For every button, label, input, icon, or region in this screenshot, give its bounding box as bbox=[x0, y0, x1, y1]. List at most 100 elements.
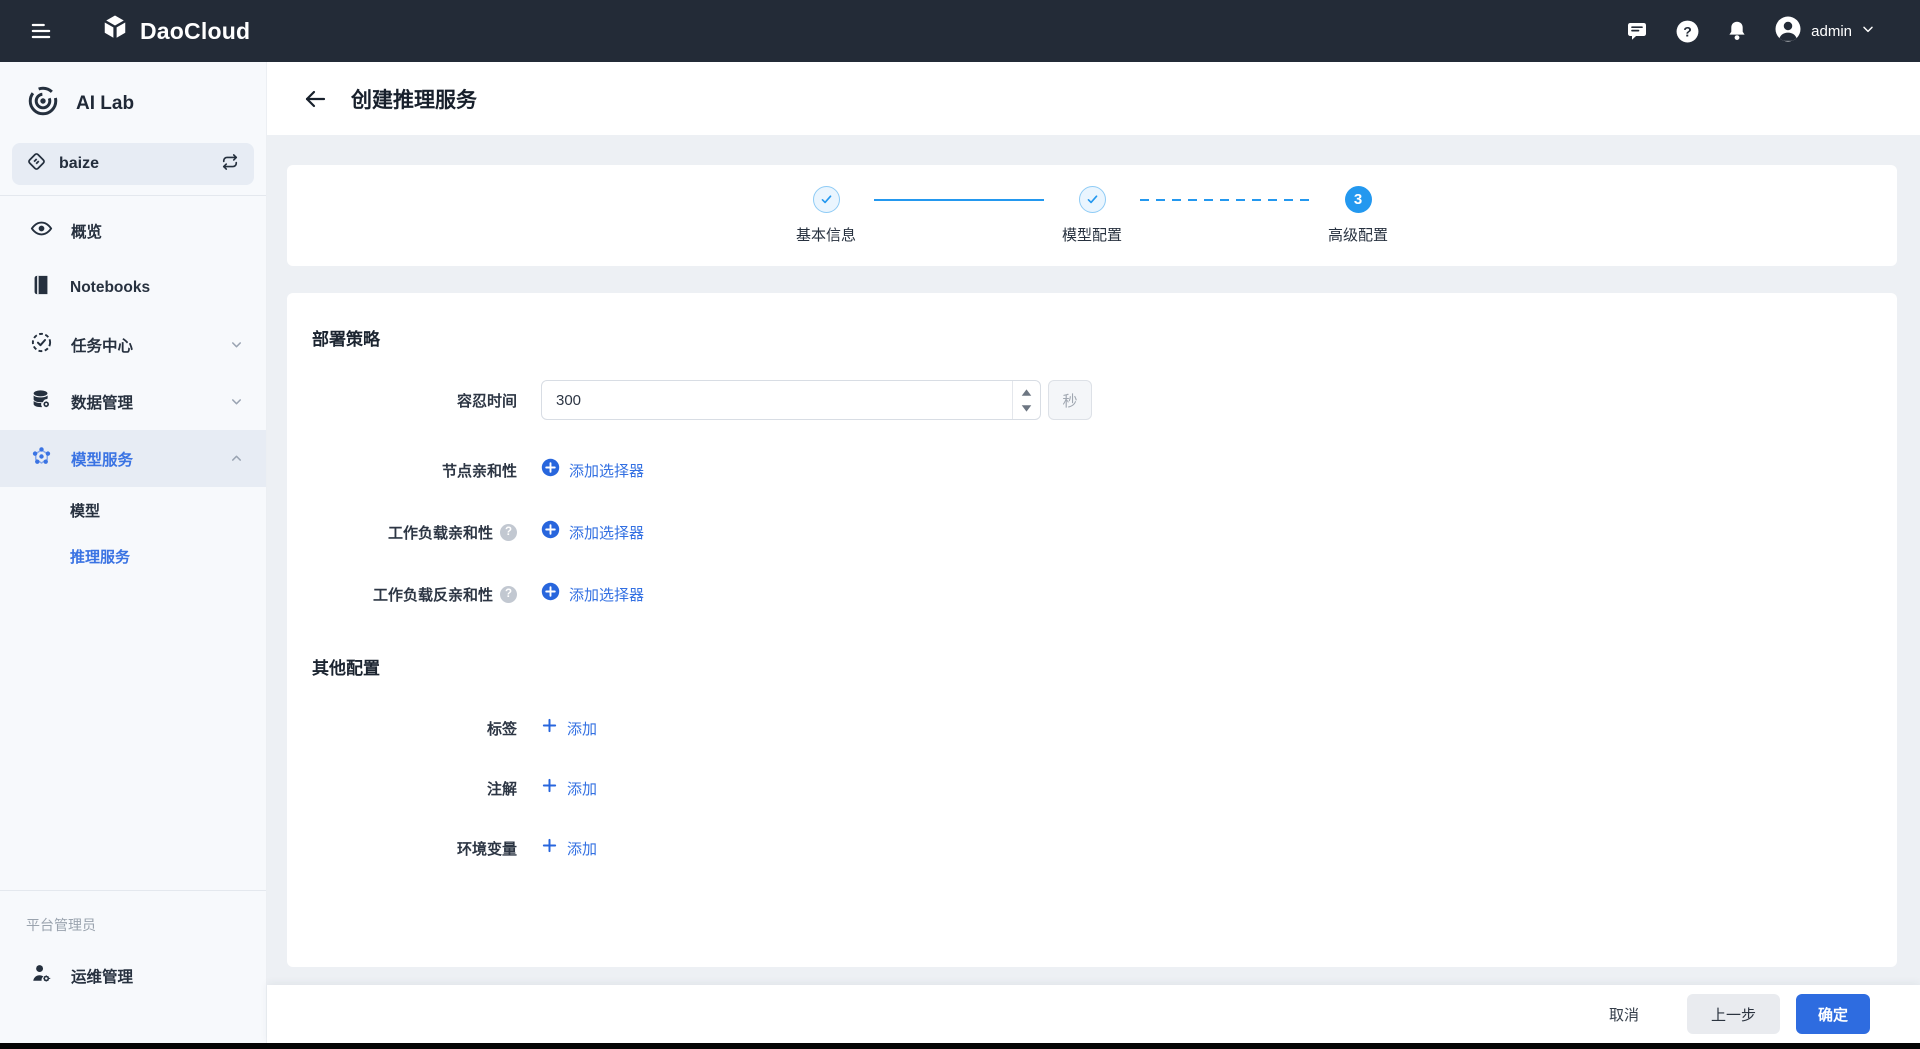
workspace-icon bbox=[26, 151, 47, 177]
page-titlebar: 创建推理服务 bbox=[267, 62, 1920, 135]
step-connector bbox=[874, 199, 1044, 201]
eye-icon bbox=[30, 217, 53, 245]
chevron-down-icon bbox=[229, 394, 244, 409]
step-label: 模型配置 bbox=[1062, 224, 1122, 245]
sidebar-item-data-management[interactable]: 数据管理 bbox=[0, 373, 266, 430]
sidebar: AI Lab baize 概览 Notebooks bbox=[0, 62, 267, 1049]
sidebar-item-ops-management[interactable]: 运维管理 bbox=[0, 951, 266, 1001]
section-heading-deploy: 部署策略 bbox=[312, 325, 1857, 350]
stepper-card: 基本信息 模型配置 3 高级配置 bbox=[287, 165, 1897, 266]
workload-affinity-row: 工作负载亲和性 ? 添加选择器 bbox=[312, 520, 1857, 544]
annotations-label: 注解 bbox=[312, 778, 517, 799]
brand-name: DaoCloud bbox=[140, 18, 250, 45]
env-vars-label: 环境变量 bbox=[312, 838, 517, 859]
spinner-up-icon[interactable] bbox=[1019, 387, 1035, 399]
svg-text:?: ? bbox=[1683, 23, 1692, 39]
add-selector-button[interactable]: 添加选择器 bbox=[541, 458, 644, 482]
add-selector-label: 添加选择器 bbox=[569, 584, 644, 605]
confirm-button[interactable]: 确定 bbox=[1796, 994, 1870, 1034]
labels-label: 标签 bbox=[312, 718, 517, 739]
step-connector-dashed bbox=[1140, 199, 1310, 201]
add-label-text: 添加 bbox=[567, 718, 597, 739]
admin-user-gear-icon bbox=[30, 962, 53, 990]
sidebar-divider bbox=[0, 195, 266, 196]
plus-icon bbox=[541, 717, 558, 739]
sidebar-bottom-group: 平台管理员 运维管理 bbox=[0, 880, 266, 1001]
sidebar-item-label: 模型服务 bbox=[71, 448, 133, 470]
brand[interactable]: DaoCloud bbox=[100, 14, 250, 49]
labels-row: 标签 添加 bbox=[312, 717, 1857, 739]
workspace-switcher[interactable]: baize bbox=[12, 143, 254, 185]
tolerance-input-wrap bbox=[541, 380, 1041, 420]
help-icon[interactable]: ? bbox=[1673, 17, 1701, 45]
notifications-bell-icon[interactable] bbox=[1723, 17, 1751, 45]
step-advanced-config: 3 高级配置 bbox=[1310, 186, 1406, 245]
bottom-edge-strip bbox=[0, 1043, 1920, 1049]
message-icon[interactable] bbox=[1623, 17, 1651, 45]
ai-lab-icon bbox=[26, 84, 60, 123]
tolerance-label: 容忍时间 bbox=[312, 390, 517, 411]
add-selector-button[interactable]: 添加选择器 bbox=[541, 520, 644, 544]
node-affinity-row: 节点亲和性 添加选择器 bbox=[312, 458, 1857, 482]
stepper: 基本信息 模型配置 3 高级配置 bbox=[778, 186, 1406, 245]
chevron-up-icon bbox=[229, 451, 244, 466]
sidebar-subitem-inference-services[interactable]: 推理服务 bbox=[0, 533, 266, 579]
sidebar-subitem-models[interactable]: 模型 bbox=[0, 487, 266, 533]
sidebar-item-notebooks[interactable]: Notebooks bbox=[0, 259, 266, 316]
sidebar-item-label: 数据管理 bbox=[71, 391, 133, 413]
add-env-var-button[interactable]: 添加 bbox=[541, 837, 597, 859]
circle-plus-icon bbox=[541, 520, 560, 544]
step-label: 基本信息 bbox=[796, 224, 856, 245]
workload-affinity-label: 工作负载亲和性 ? bbox=[312, 522, 517, 543]
step-model-config: 模型配置 bbox=[1044, 186, 1140, 245]
sidebar-item-task-center[interactable]: 任务中心 bbox=[0, 316, 266, 373]
sidebar-item-label: 任务中心 bbox=[71, 334, 133, 356]
form-card: 部署策略 容忍时间 bbox=[287, 293, 1897, 967]
menu-toggle-icon[interactable] bbox=[24, 14, 58, 48]
daocloud-logo-icon bbox=[100, 14, 130, 49]
username: admin bbox=[1811, 23, 1852, 40]
notebook-icon bbox=[30, 274, 52, 301]
add-annotation-text: 添加 bbox=[567, 778, 597, 799]
help-icon[interactable]: ? bbox=[500, 524, 517, 541]
annotations-row: 注解 添加 bbox=[312, 777, 1857, 799]
step-done-check-icon bbox=[1079, 186, 1106, 213]
circle-plus-icon bbox=[541, 582, 560, 606]
sidebar-item-model-services[interactable]: 模型服务 bbox=[0, 430, 266, 487]
page-content: 基本信息 模型配置 3 高级配置 部署策略 容忍时间 bbox=[267, 135, 1920, 985]
add-annotation-button[interactable]: 添加 bbox=[541, 777, 597, 799]
switch-workspace-icon[interactable] bbox=[220, 152, 240, 177]
tolerance-row: 容忍时间 秒 bbox=[312, 380, 1857, 420]
model-nodes-icon bbox=[30, 445, 53, 473]
plus-icon bbox=[541, 837, 558, 859]
add-selector-label: 添加选择器 bbox=[569, 522, 644, 543]
avatar-icon bbox=[1773, 14, 1803, 49]
add-selector-label: 添加选择器 bbox=[569, 460, 644, 481]
sidebar-section-label: 平台管理员 bbox=[0, 897, 266, 951]
add-env-var-text: 添加 bbox=[567, 838, 597, 859]
env-vars-row: 环境变量 添加 bbox=[312, 837, 1857, 859]
cancel-button[interactable]: 取消 bbox=[1593, 994, 1655, 1034]
back-arrow-icon[interactable] bbox=[301, 85, 329, 113]
tolerance-input[interactable] bbox=[541, 380, 1041, 420]
product-header[interactable]: AI Lab bbox=[0, 62, 266, 143]
product-name: AI Lab bbox=[76, 93, 134, 115]
task-check-icon bbox=[30, 331, 53, 359]
chevron-down-icon bbox=[229, 337, 244, 352]
help-icon[interactable]: ? bbox=[500, 586, 517, 603]
previous-step-button[interactable]: 上一步 bbox=[1687, 994, 1780, 1034]
sidebar-divider bbox=[0, 890, 266, 891]
workload-anti-affinity-row: 工作负载反亲和性 ? 添加选择器 bbox=[312, 582, 1857, 606]
add-selector-button[interactable]: 添加选择器 bbox=[541, 582, 644, 606]
chevron-down-icon bbox=[1860, 21, 1876, 42]
node-affinity-label: 节点亲和性 bbox=[312, 460, 517, 481]
plus-icon bbox=[541, 777, 558, 799]
sidebar-item-overview[interactable]: 概览 bbox=[0, 202, 266, 259]
user-menu[interactable]: admin bbox=[1773, 14, 1876, 49]
step-number: 3 bbox=[1345, 186, 1372, 213]
sidebar-item-label: Notebooks bbox=[70, 279, 150, 297]
add-label-button[interactable]: 添加 bbox=[541, 717, 597, 739]
sidebar-item-label: 概览 bbox=[71, 220, 102, 242]
section-heading-other: 其他配置 bbox=[312, 654, 1857, 679]
spinner-down-icon[interactable] bbox=[1019, 402, 1035, 414]
